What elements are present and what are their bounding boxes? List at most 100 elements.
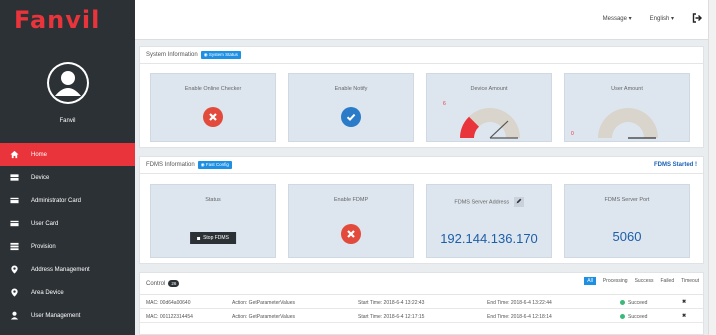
sidebar-item-label: User Management <box>31 312 81 319</box>
user-amount-value: 0 <box>571 131 574 137</box>
user-amount-gauge <box>598 108 658 139</box>
sidebar-item-device[interactable]: Device <box>0 166 135 189</box>
sidebar-item-label: Administrator Card <box>31 197 82 204</box>
device-amount-card: Device Amount 6 <box>426 73 552 142</box>
panel-title: Control <box>146 280 166 287</box>
avatar <box>46 62 89 104</box>
disabled-x-icon[interactable] <box>341 224 361 244</box>
sidebar-item-administrator-card[interactable]: Administrator Card <box>0 189 135 212</box>
tag-label: Fast Config <box>205 162 229 167</box>
server-address-title: FDMS Server Address <box>454 199 510 206</box>
card-icon <box>10 196 19 205</box>
success-dot-icon <box>620 314 625 319</box>
card-title: Enable Notify <box>334 86 368 92</box>
sidebar-item-provision[interactable]: Provision <box>0 235 135 258</box>
location-icon <box>10 288 19 297</box>
panel-header: Control 26 All Processing Success Failed… <box>140 273 703 295</box>
filter-timeout[interactable]: Timeout <box>681 278 699 284</box>
row-start-time: Start Time: 2018-6-4 13:22:43 <box>358 300 425 306</box>
panel-header: FDMS Information ◉ Fast Config FDMS Star… <box>140 157 703 174</box>
disabled-x-icon[interactable] <box>203 107 223 127</box>
card-title: Enable FDMP <box>333 197 369 203</box>
sidebar: Fanvil Fanvil Home Device Administrator … <box>0 0 135 335</box>
panel-header: System Information ◉ System Status <box>140 47 703 64</box>
system-information-panel: System Information ◉ System Status Enabl… <box>139 46 704 148</box>
user-profile: Fanvil <box>0 40 135 143</box>
message-menu[interactable]: Message ▾ <box>603 15 632 22</box>
sidebar-item-home[interactable]: Home <box>0 143 135 166</box>
card-title: Status <box>205 197 221 203</box>
row-mac: MAC: 00d64a00640 <box>146 300 191 306</box>
scrollbar[interactable] <box>708 0 716 335</box>
card-icon <box>10 219 19 228</box>
user-name: Fanvil <box>59 118 76 124</box>
card-title: User Amount <box>611 86 643 92</box>
card-title: FDMS Server Port <box>604 197 650 203</box>
user-amount-card: User Amount 0 <box>564 73 690 142</box>
enable-fdmp-card: Enable FDMP <box>288 184 414 258</box>
user-icon <box>10 311 19 320</box>
filter-success[interactable]: Success <box>635 278 654 284</box>
row-action: Action: GetParameterValues <box>232 300 295 306</box>
row-status-label: Succeed <box>628 300 648 306</box>
online-checker-card: Enable Online Checker <box>150 73 276 142</box>
row-status: Succeed <box>620 300 647 306</box>
sidebar-item-label: Address Management <box>31 266 90 273</box>
fdms-status-card: Status Stop FDMS <box>150 184 276 258</box>
server-port-value: 5060 <box>612 229 642 244</box>
row-action: Action: GetParameterValues <box>232 314 295 320</box>
notify-card: Enable Notify <box>288 73 414 142</box>
stop-fdms-label: Stop FDMS <box>203 235 229 241</box>
card-title: Device Amount <box>470 86 508 92</box>
language-menu[interactable]: English ▾ <box>650 15 674 22</box>
edit-icon[interactable] <box>513 197 524 207</box>
stop-icon <box>197 236 201 240</box>
sidebar-item-label: Home <box>31 151 48 158</box>
control-panel: Control 26 All Processing Success Failed… <box>139 272 704 335</box>
fast-config-tag[interactable]: ◉ Fast Config <box>197 161 232 169</box>
fanvil-logo: Fanvil <box>14 6 101 34</box>
row-mac: MAC: 001122314454 <box>146 314 193 320</box>
row-status-label: Succeed <box>628 314 648 320</box>
panel-title: FDMS Information <box>146 162 195 168</box>
sidebar-item-address-management[interactable]: Address Management <box>0 258 135 281</box>
row-end-time: End Time: 2018-6-4 12:18:14 <box>487 314 552 320</box>
sidebar-item-label: Area Device <box>31 289 64 296</box>
sidebar-item-label: Device <box>31 174 50 181</box>
fdms-information-panel: FDMS Information ◉ Fast Config FDMS Star… <box>139 156 704 264</box>
table-row: MAC: 001122314454 Action: GetParameterVa… <box>140 310 703 323</box>
top-bar-actions: Message ▾ English ▾ <box>603 13 702 23</box>
home-icon <box>10 150 19 159</box>
logout-icon[interactable] <box>692 13 702 23</box>
filter-failed[interactable]: Failed <box>660 278 674 284</box>
delete-icon[interactable]: ✖ <box>682 299 686 305</box>
tag-label: System Status <box>208 52 238 57</box>
panel-title: System Information <box>146 52 198 58</box>
logo-area: Fanvil <box>0 0 135 40</box>
sidebar-item-user-card[interactable]: User Card <box>0 212 135 235</box>
delete-icon[interactable]: ✖ <box>682 313 686 319</box>
sidebar-item-label: Provision <box>31 243 56 250</box>
stop-fdms-button[interactable]: Stop FDMS <box>190 232 236 244</box>
server-address-card: FDMS Server Address 192.144.136.170 <box>426 184 552 258</box>
device-amount-value: 6 <box>443 101 446 107</box>
device-amount-gauge <box>460 108 520 139</box>
status-filters: All Processing Success Failed Timeout <box>584 277 699 285</box>
enabled-check-icon[interactable] <box>341 107 361 127</box>
system-status-tag[interactable]: ◉ System Status <box>200 51 241 59</box>
location-icon <box>10 265 19 274</box>
table-row: MAC: 00d64a00640 Action: GetParameterVal… <box>140 296 703 309</box>
success-dot-icon <box>620 300 625 305</box>
filter-all[interactable]: All <box>584 277 596 285</box>
control-count-badge: 26 <box>168 280 180 287</box>
row-status: Succeed <box>620 314 647 320</box>
list-icon <box>10 242 19 251</box>
fdms-state-text: FDMS Started ! <box>653 162 697 168</box>
filter-processing[interactable]: Processing <box>603 278 628 284</box>
card-title: FDMS Server Address <box>427 197 551 207</box>
sidebar-item-user-management[interactable]: User Management <box>0 304 135 327</box>
sidebar-item-area-device[interactable]: Area Device <box>0 281 135 304</box>
server-address-value: 192.144.136.170 <box>440 231 538 246</box>
server-port-card: FDMS Server Port 5060 <box>564 184 690 258</box>
row-end-time: End Time: 2018-6-4 13:22:44 <box>487 300 552 306</box>
